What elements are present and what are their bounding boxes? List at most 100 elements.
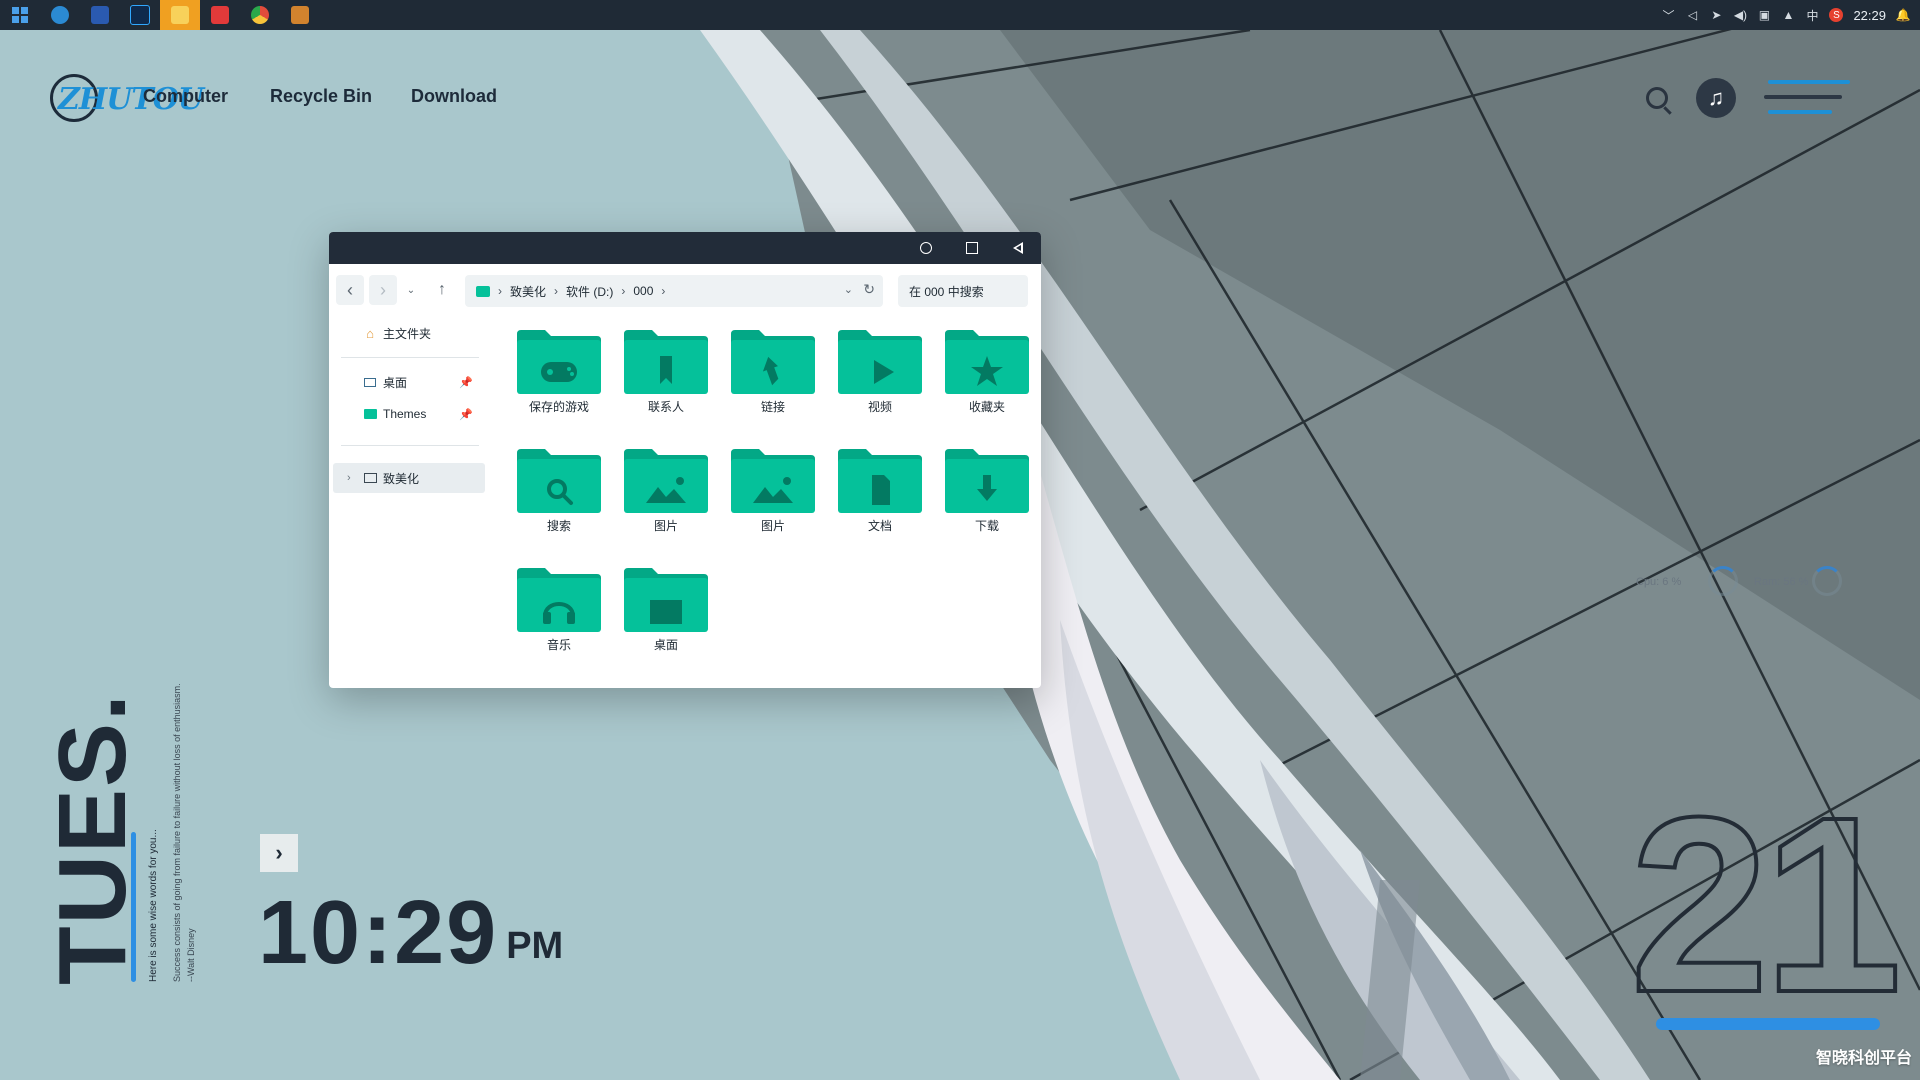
- triangle-icon: [1013, 242, 1023, 254]
- tray-plane-icon[interactable]: ➤: [1709, 8, 1723, 22]
- folder-item[interactable]: 下载: [931, 437, 1033, 547]
- folder-item[interactable]: 图片: [610, 437, 712, 547]
- folder-search-input[interactable]: 在 000 中搜索: [898, 275, 1028, 307]
- bookmark-folder-icon: [624, 330, 708, 394]
- sidebar-item-themes[interactable]: Themes 📌: [329, 399, 485, 429]
- chrome-icon: [251, 6, 269, 24]
- day-of-week: TUES.: [25, 692, 146, 990]
- taskbar-clock[interactable]: 22:29: [1853, 8, 1886, 23]
- ram-label: Ram: 56 %: [1754, 576, 1809, 588]
- taskbar-edge[interactable]: [40, 0, 80, 30]
- network-icon[interactable]: ▲: [1781, 8, 1795, 22]
- breadcrumb-item[interactable]: 软件 (D:): [566, 283, 613, 300]
- accent-bar: [131, 832, 136, 982]
- ime-indicator[interactable]: 中: [1805, 8, 1819, 23]
- folder-label: 图片: [760, 519, 785, 533]
- folder-label: 保存的游戏: [528, 400, 589, 414]
- recent-locations-button[interactable]: ⌄: [402, 275, 420, 305]
- folder-icon: [363, 408, 377, 420]
- taskbar-tool[interactable]: [280, 0, 320, 30]
- sidebar-item-label: 致美化: [383, 471, 420, 486]
- date-accent-bar: [1656, 1018, 1880, 1030]
- breadcrumb-separator: ›: [661, 284, 666, 298]
- divider: [341, 357, 479, 358]
- folder-item[interactable]: 链接: [717, 318, 819, 428]
- forward-button[interactable]: ›: [369, 275, 397, 305]
- maximize-button[interactable]: [949, 232, 995, 264]
- start-button[interactable]: [0, 0, 40, 30]
- folder-item[interactable]: 搜索: [503, 437, 605, 547]
- sidebar-item-this-pc[interactable]: › 致美化: [333, 463, 485, 493]
- taskbar-photoshop[interactable]: [120, 0, 160, 30]
- day-of-week-text: TUES.: [39, 692, 146, 985]
- minimize-button[interactable]: [903, 232, 949, 264]
- date-number: 21: [1628, 765, 1904, 1044]
- refresh-icon[interactable]: ↻: [863, 281, 875, 298]
- folder-item[interactable]: 视频: [824, 318, 926, 428]
- tray-send-icon[interactable]: ◁: [1685, 8, 1699, 22]
- volume-icon[interactable]: ◀): [1733, 8, 1747, 22]
- top-navigation: ZHUTOU: [48, 72, 204, 124]
- folder-grid: 保存的游戏 联系人 链接 视频 收藏夹搜索 图片 图片 文档 下载音乐 桌面: [503, 318, 1029, 688]
- chevron-down-icon[interactable]: ⌄: [844, 283, 853, 296]
- search-icon[interactable]: [1646, 87, 1668, 109]
- folder-label: 文档: [867, 519, 892, 533]
- ram-ring: [1812, 566, 1842, 596]
- nav-link-computer[interactable]: Computer: [143, 86, 228, 107]
- clock-widget: 10:29 PM: [258, 888, 563, 978]
- folder-item[interactable]: 联系人: [610, 318, 712, 428]
- folder-label: 收藏夹: [968, 400, 1005, 414]
- pin-icon[interactable]: 📌: [459, 408, 473, 421]
- home-icon: ⌂: [366, 325, 374, 341]
- nav-link-recycle-bin[interactable]: Recycle Bin: [270, 86, 372, 107]
- tray-chevron-icon[interactable]: ﹀: [1661, 8, 1675, 23]
- square-icon: [966, 242, 978, 254]
- address-bar[interactable]: › 致美化 › 软件 (D:) › 000 › ⌄ ↻: [465, 275, 883, 307]
- menu-icon[interactable]: [1764, 76, 1850, 120]
- sidebar-item-desktop[interactable]: 桌面 📌: [329, 367, 485, 397]
- photoshop-icon: [130, 5, 150, 25]
- gamepad-folder-icon: [517, 330, 601, 394]
- display-icon[interactable]: ▣: [1757, 8, 1771, 22]
- music-note-icon[interactable]: ♫: [1696, 78, 1736, 118]
- sidebar-item-label: Themes: [383, 407, 427, 421]
- folder-item[interactable]: 图片: [717, 437, 819, 547]
- folder-label: 图片: [653, 519, 678, 533]
- taskbar-file-explorer[interactable]: [160, 0, 200, 30]
- cpu-label: Cpu: 6 %: [1636, 576, 1682, 588]
- taskbar-music[interactable]: [200, 0, 240, 30]
- logo: ZHUTOU: [48, 72, 204, 124]
- pin-icon[interactable]: 📌: [459, 376, 473, 389]
- folder-label: 链接: [760, 400, 785, 414]
- sidebar-item-label: 桌面: [383, 375, 408, 390]
- desktop-folder-icon: [624, 568, 708, 632]
- windows-icon: [12, 7, 28, 23]
- folder-label: 视频: [867, 400, 892, 414]
- taskbar-word[interactable]: [80, 0, 120, 30]
- folder-item[interactable]: 保存的游戏: [503, 318, 605, 428]
- search-folder-icon: [517, 449, 601, 513]
- folder-item[interactable]: 桌面: [610, 556, 712, 666]
- cpu-ring: [1708, 566, 1738, 596]
- chevron-right-button[interactable]: ›: [260, 834, 298, 872]
- window-titlebar[interactable]: [329, 232, 1041, 264]
- nav-link-download[interactable]: Download: [411, 86, 497, 107]
- folder-item[interactable]: 音乐: [503, 556, 605, 666]
- breadcrumb-separator: ›: [621, 284, 626, 298]
- chevron-right-icon[interactable]: ›: [347, 472, 351, 484]
- sidebar-item-home[interactable]: ⌂ 主文件夹: [329, 318, 485, 348]
- breadcrumb-item[interactable]: 致美化: [510, 283, 546, 300]
- breadcrumb-item[interactable]: 000: [633, 284, 653, 298]
- notification-icon[interactable]: 🔔: [1896, 8, 1911, 22]
- up-button[interactable]: ↑: [431, 275, 453, 305]
- star-folder-icon: [945, 330, 1029, 394]
- close-button[interactable]: [995, 232, 1041, 264]
- folder-label: 搜索: [546, 519, 571, 533]
- sogou-icon[interactable]: S: [1829, 8, 1844, 22]
- folder-label: 下载: [974, 519, 999, 533]
- folder-label: 音乐: [546, 638, 571, 652]
- folder-item[interactable]: 收藏夹: [931, 318, 1033, 428]
- taskbar-chrome[interactable]: [240, 0, 280, 30]
- back-button[interactable]: ‹: [336, 275, 364, 305]
- folder-item[interactable]: 文档: [824, 437, 926, 547]
